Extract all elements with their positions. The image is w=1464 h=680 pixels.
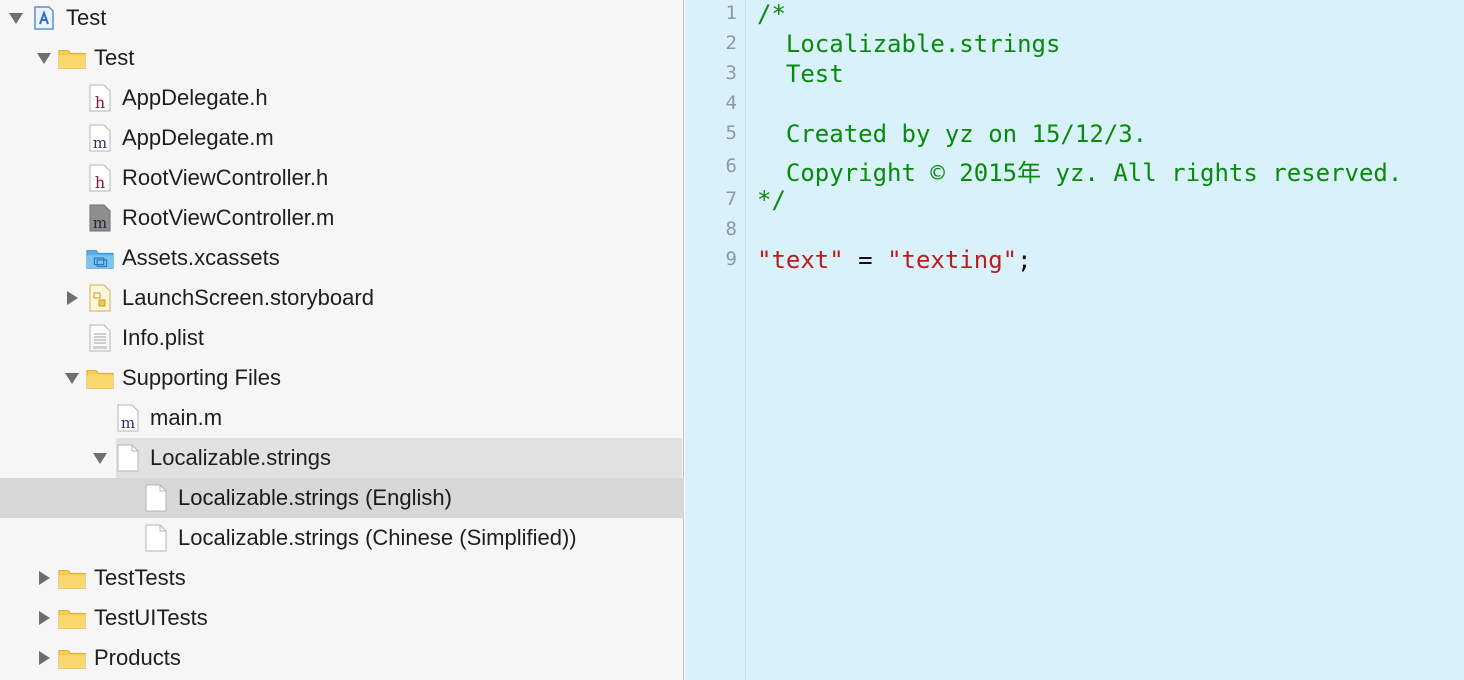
nav-row-project-test[interactable]: Test: [0, 0, 684, 38]
folder-icon: [58, 644, 86, 672]
project-navigator[interactable]: Test Test h AppDelegate.h m AppDelegate.…: [0, 0, 684, 680]
disclosure-open-icon[interactable]: [34, 48, 54, 68]
plist-file-icon: [86, 324, 114, 352]
code-line[interactable]: Copyright © 2015年 yz. All rights reserve…: [757, 153, 1402, 188]
comment-token: Copyright © 2015年 yz. All rights reserve…: [757, 159, 1403, 187]
nav-row-localizable-strings[interactable]: Localizable.strings: [0, 438, 684, 478]
nav-label: RootViewController.m: [122, 205, 335, 230]
code-line[interactable]: "text" = "texting";: [757, 246, 1032, 274]
nav-label: TestUITests: [94, 605, 208, 630]
line-number: 9: [725, 248, 737, 270]
code-line[interactable]: /*: [757, 0, 786, 28]
nav-label: Products: [94, 645, 181, 670]
nav-label: Test: [94, 45, 135, 70]
code-token: ;: [1017, 246, 1032, 274]
line-number: 8: [725, 218, 737, 240]
folder-icon: [58, 44, 86, 72]
nav-row-assets[interactable]: Assets.xcassets: [0, 238, 684, 278]
nav-row-file-appdelegate-m[interactable]: m AppDelegate.m: [0, 118, 684, 158]
nav-row-folder-products[interactable]: Products: [0, 638, 684, 678]
line-number: 5: [725, 122, 737, 144]
nav-row-folder-supporting-files[interactable]: Supporting Files: [0, 358, 684, 398]
svg-text:m: m: [93, 214, 107, 232]
asset-catalog-icon: [86, 244, 114, 272]
header-file-icon: h: [86, 164, 114, 192]
nav-row-file-main-m[interactable]: m main.m: [0, 398, 684, 438]
disclosure-open-icon[interactable]: [6, 8, 26, 28]
svg-text:m: m: [121, 414, 135, 432]
xcode-project-icon: [30, 4, 58, 32]
disclosure-closed-icon[interactable]: [34, 608, 54, 628]
nav-row-info-plist[interactable]: Info.plist: [0, 318, 684, 358]
nav-label: Info.plist: [122, 325, 204, 350]
line-number: 2: [725, 32, 737, 54]
nav-row-folder-test[interactable]: Test: [0, 38, 684, 78]
folder-icon: [58, 564, 86, 592]
line-number: 7: [725, 188, 737, 210]
string-token: "text": [757, 246, 844, 274]
nav-label: Test: [66, 5, 107, 30]
disclosure-closed-icon[interactable]: [34, 648, 54, 668]
disclosure-open-icon[interactable]: [90, 448, 110, 468]
code-line[interactable]: Created by yz on 15/12/3.: [757, 120, 1147, 148]
objc-file-icon: m: [86, 204, 114, 232]
nav-label: Assets.xcassets: [122, 245, 280, 270]
blank-file-icon: [114, 444, 142, 472]
nav-row-file-appdelegate-h[interactable]: h AppDelegate.h: [0, 78, 684, 118]
folder-icon: [58, 604, 86, 632]
nav-row-localizable-english[interactable]: Localizable.strings (English): [0, 478, 684, 518]
nav-row-launchscreen[interactable]: LaunchScreen.storyboard: [0, 278, 684, 318]
nav-row-localizable-chinese[interactable]: Localizable.strings (Chinese (Simplified…: [0, 518, 684, 558]
comment-token: Created by yz on 15/12/3.: [757, 120, 1148, 148]
nav-label: Supporting Files: [122, 365, 281, 390]
nav-label: AppDelegate.h: [122, 85, 268, 110]
disclosure-closed-icon[interactable]: [62, 288, 82, 308]
nav-label: RootViewController.h: [122, 165, 329, 190]
line-number: 6: [725, 155, 737, 177]
line-number-gutter: 1 2 3 4 5 6 7 8 9: [685, 0, 746, 680]
nav-label: LaunchScreen.storyboard: [122, 285, 374, 310]
svg-text:h: h: [95, 173, 105, 192]
objc-file-icon: m: [86, 124, 114, 152]
nav-row-file-rootviewcontroller-m[interactable]: m RootViewController.m: [0, 198, 684, 238]
svg-text:m: m: [93, 134, 107, 152]
nav-label: main.m: [150, 405, 223, 430]
code-line[interactable]: Test: [757, 60, 844, 88]
nav-label: TestTests: [94, 565, 186, 590]
comment-token: */: [757, 186, 786, 214]
comment-token: Test: [757, 60, 844, 88]
nav-row-folder-testuitests[interactable]: TestUITests: [0, 598, 684, 638]
header-file-icon: h: [86, 84, 114, 112]
comment-token: Localizable.strings: [757, 30, 1061, 58]
line-number: 4: [725, 92, 737, 114]
objc-file-icon: m: [114, 404, 142, 432]
line-number: 1: [725, 2, 737, 24]
comment-token: /*: [757, 0, 786, 28]
code-token: =: [843, 246, 888, 274]
nav-label: Localizable.strings (English): [178, 485, 452, 510]
storyboard-icon: [86, 284, 114, 312]
code-line[interactable]: Localizable.strings: [757, 30, 1061, 58]
source-editor[interactable]: 1 2 3 4 5 6 7 8 9 /* Localizable.strings…: [685, 0, 1464, 680]
blank-file-icon: [142, 484, 170, 512]
nav-label: Localizable.strings (Chinese (Simplified…: [178, 525, 577, 550]
blank-file-icon: [142, 524, 170, 552]
disclosure-open-icon[interactable]: [62, 368, 82, 388]
code-line[interactable]: */: [757, 186, 786, 214]
disclosure-closed-icon[interactable]: [34, 568, 54, 588]
nav-label: AppDelegate.m: [122, 125, 274, 150]
string-token: "texting": [887, 246, 1018, 274]
svg-text:h: h: [95, 93, 105, 112]
folder-icon: [86, 364, 114, 392]
nav-label: Localizable.strings: [150, 445, 331, 470]
nav-row-folder-testtests[interactable]: TestTests: [0, 558, 684, 598]
line-number: 3: [725, 62, 737, 84]
nav-row-file-rootviewcontroller-h[interactable]: h RootViewController.h: [0, 158, 684, 198]
